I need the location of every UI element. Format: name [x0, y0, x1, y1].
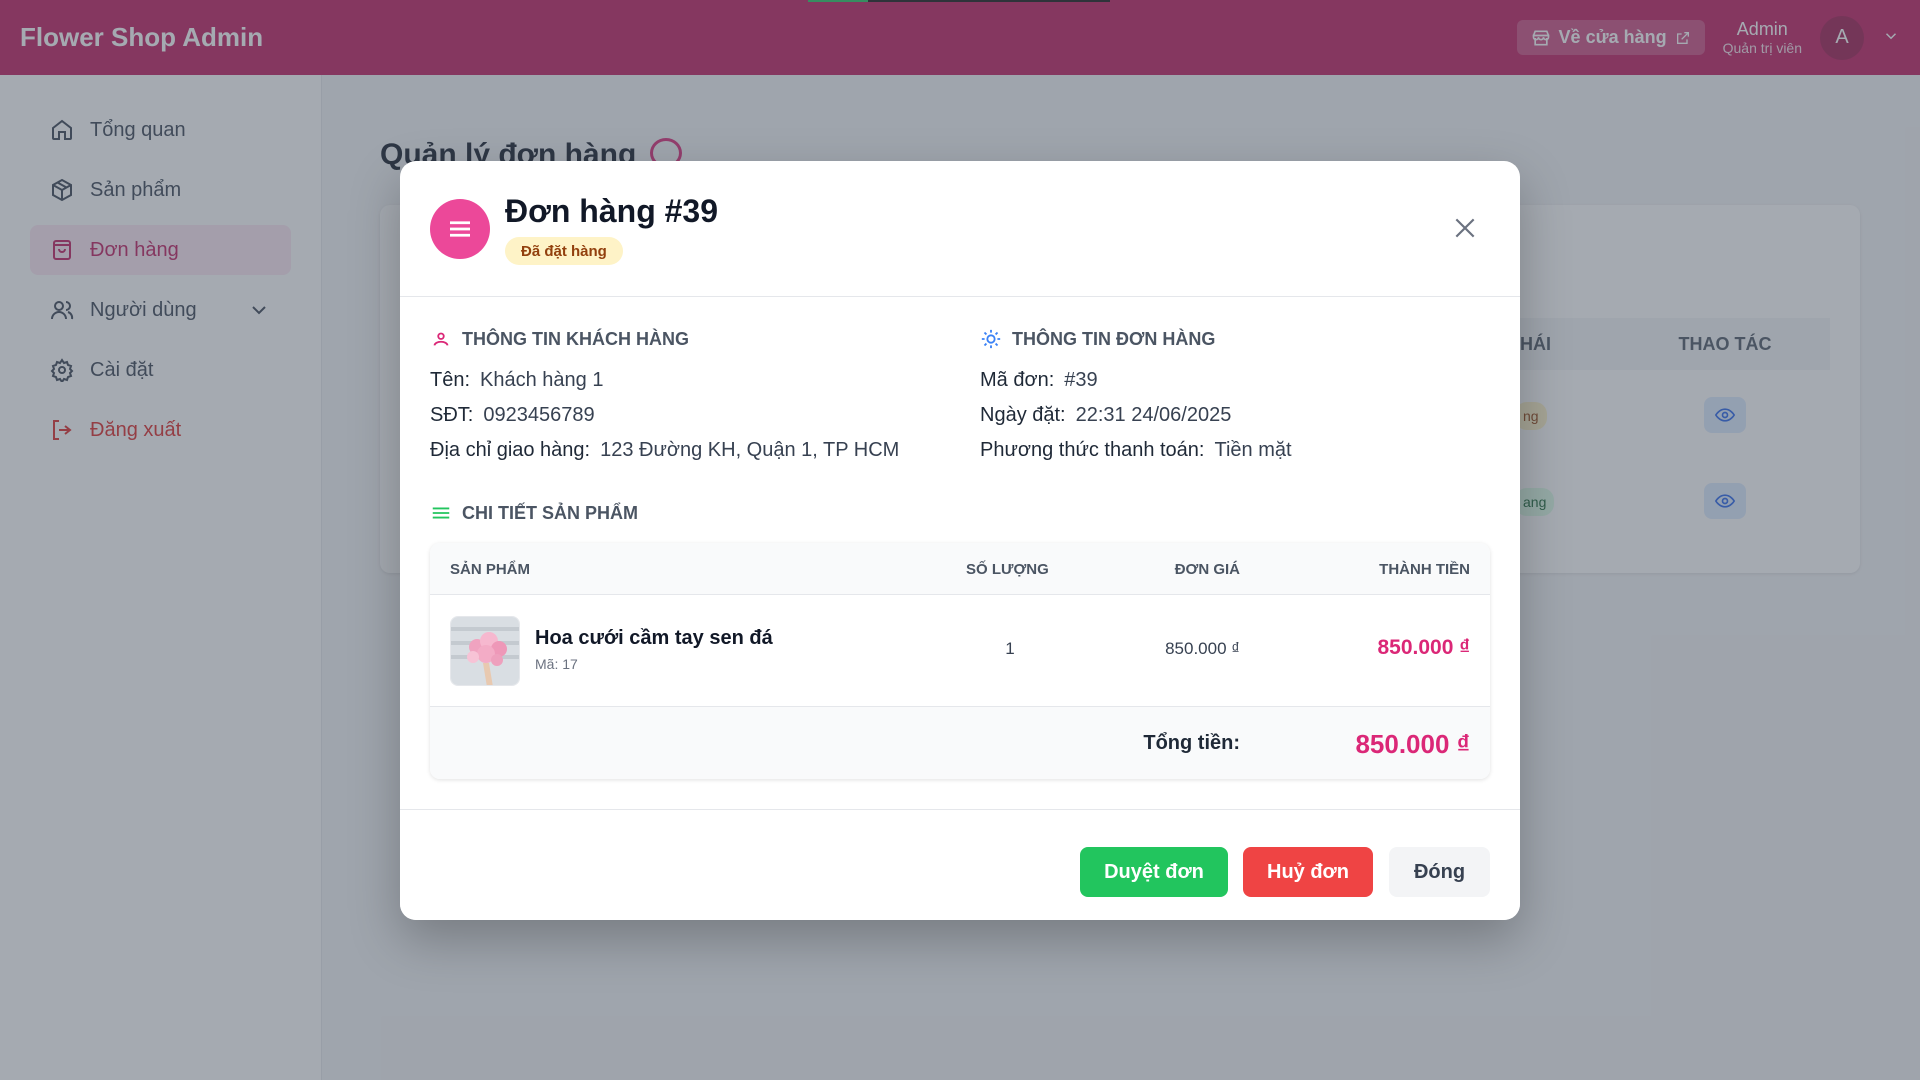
- products-section-title: CHI TIẾT SẢN PHẨM: [430, 502, 638, 524]
- close-icon[interactable]: [1452, 215, 1478, 241]
- order-section-title: THÔNG TIN ĐƠN HÀNG: [980, 328, 1215, 350]
- column-header: SỐ LƯỢNG: [966, 561, 1049, 578]
- modal-header: Đơn hàng #39 Đã đặt hàng: [400, 161, 1520, 297]
- column-header: ĐƠN GIÁ: [1174, 561, 1240, 578]
- table-footer: Tổng tiền: 850.000 ₫: [430, 707, 1490, 779]
- product-name: Hoa cưới cầm tay sen đá: [535, 627, 773, 649]
- order-detail-modal: Đơn hàng #39 Đã đặt hàng THÔNG TIN KHÁCH…: [400, 161, 1520, 920]
- customer-section-title: THÔNG TIN KHÁCH HÀNG: [430, 328, 689, 350]
- product-subtotal: 850.000 ₫: [1377, 636, 1470, 659]
- user-icon: [433, 332, 449, 346]
- order-payment: Phương thức thanh toán: Tiền mặt: [980, 439, 1292, 461]
- products-table: SẢN PHẨM SỐ LƯỢNG ĐƠN GIÁ THÀNH TIỀN Hoa…: [430, 543, 1490, 779]
- order-icon: [430, 199, 490, 259]
- total-label: Tổng tiền:: [1143, 732, 1240, 754]
- product-unit-price: 850.000 ₫: [1165, 639, 1240, 658]
- customer-name: Tên: Khách hàng 1: [430, 369, 604, 391]
- sun-icon: [981, 329, 1001, 349]
- column-header: SẢN PHẨM: [450, 561, 531, 578]
- close-modal-button[interactable]: Đóng: [1389, 847, 1490, 897]
- product-code: Mã: 17: [535, 656, 578, 672]
- order-total: 850.000 ₫: [1355, 729, 1470, 759]
- customer-phone: SĐT: 0923456789: [430, 404, 595, 426]
- order-date: Ngày đặt: 22:31 24/06/2025: [980, 404, 1232, 426]
- customer-address: Địa chỉ giao hàng: 123 Đường KH, Quận 1, …: [430, 439, 900, 461]
- modal-title: Đơn hàng #39: [505, 193, 719, 229]
- status-badge: Đã đặt hàng: [505, 237, 623, 265]
- table-row: Hoa cưới cầm tay sen đá Mã: 17 1 850.000…: [430, 595, 1490, 707]
- product-thumbnail: [450, 616, 520, 686]
- order-code: Mã đơn: #39: [980, 369, 1098, 391]
- list-icon: [432, 507, 450, 519]
- product-quantity: 1: [1005, 639, 1015, 658]
- modal-footer: Duyệt đơn Huỷ đơn Đóng: [400, 809, 1520, 920]
- approve-order-button[interactable]: Duyệt đơn: [1080, 847, 1228, 897]
- cancel-order-button[interactable]: Huỷ đơn: [1243, 847, 1373, 897]
- table-header: SẢN PHẨM SỐ LƯỢNG ĐƠN GIÁ THÀNH TIỀN: [430, 543, 1490, 595]
- column-header: THÀNH TIỀN: [1379, 561, 1470, 578]
